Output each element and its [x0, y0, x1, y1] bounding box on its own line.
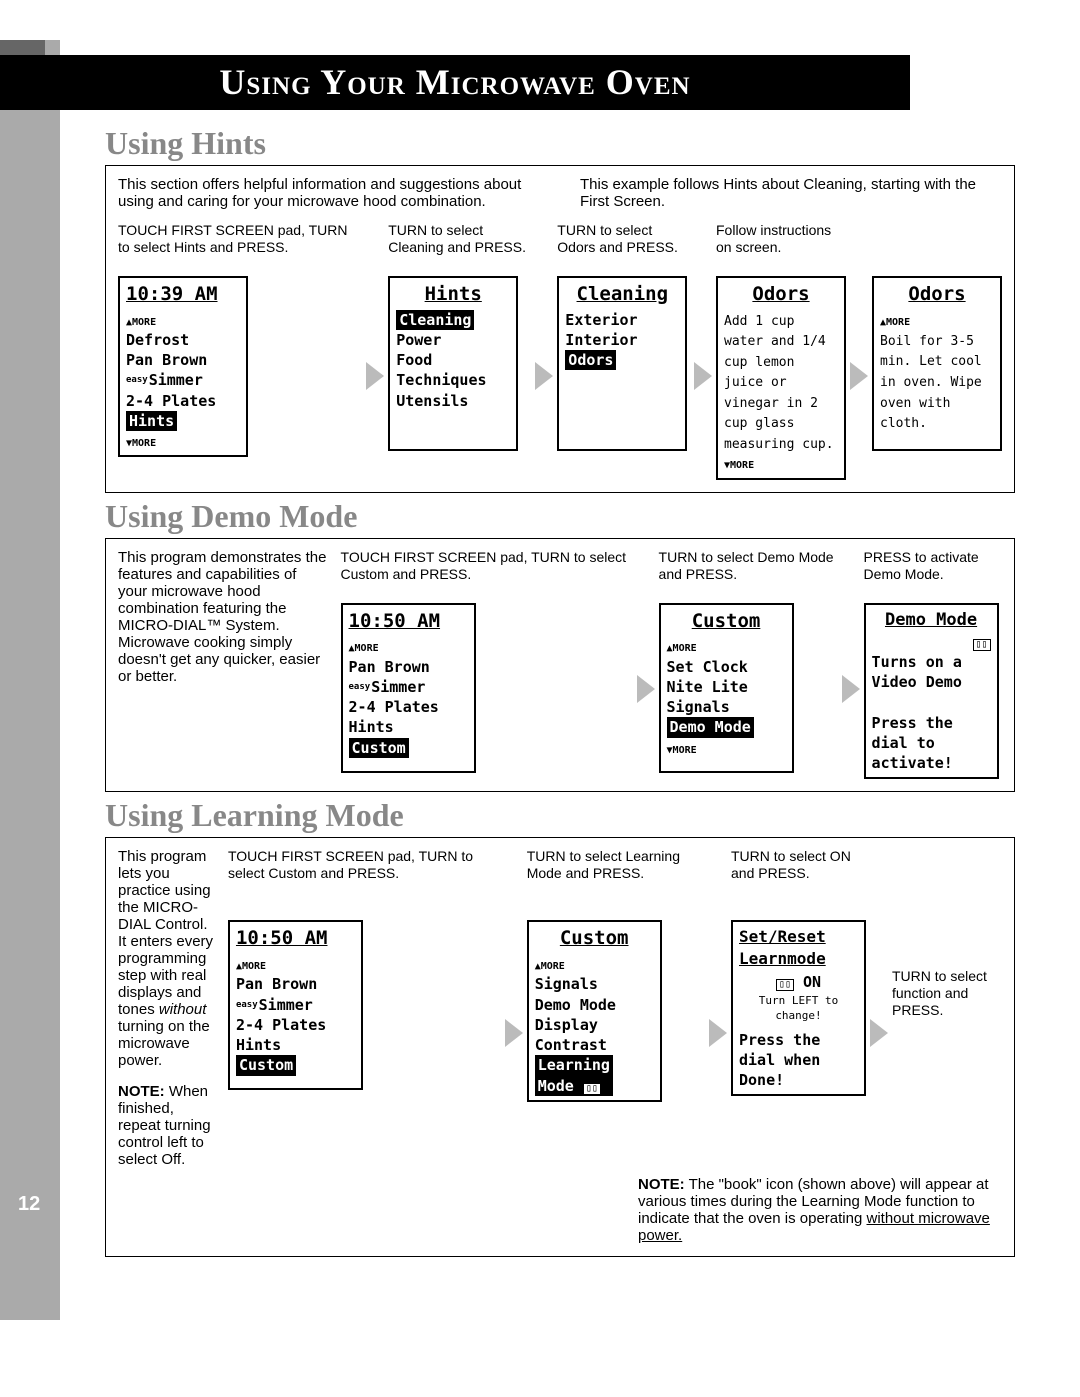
book-icon: ▯▯	[973, 639, 991, 651]
hints-step2-caption: TURN to select Cleaning and PRESS.	[388, 222, 531, 272]
book-icon: ▯▯	[776, 979, 794, 991]
hints-intro-left: This section offers helpful information …	[118, 176, 540, 210]
learning-step3-lcd: Set/Reset Learnmode ▯▯ ON Turn LEFT to c…	[731, 920, 866, 1096]
learning-note: NOTE: When finished, repeat turning cont…	[118, 1083, 218, 1168]
demo-step3-caption: PRESS to activate Demo Mode.	[864, 549, 1002, 599]
section-title-demo: Using Demo Mode	[105, 498, 1015, 535]
hints-intro-right: This example follows Hints about Cleanin…	[580, 176, 1002, 210]
chapter-banner: Using Your Microwave Oven	[0, 55, 910, 110]
learning-step3-caption: TURN to select ON and PRESS.	[731, 848, 866, 916]
learning-step2-caption: TURN to select Learning Mode and PRESS.	[527, 848, 705, 916]
arrow-icon	[842, 675, 860, 703]
demo-step2-caption: TURN to select Demo Mode and PRESS.	[659, 549, 838, 599]
hints-step1-caption: TOUCH FIRST SCREEN pad, TURN to select H…	[118, 222, 362, 272]
hints-step2-lcd: Hints Cleaning Power Food Techniques Ute…	[388, 276, 518, 451]
demo-step3-lcd: Demo Mode ▯▯ Turns on a Video Demo Press…	[864, 603, 999, 780]
arrow-icon	[366, 362, 384, 390]
arrow-icon	[870, 1019, 888, 1047]
demo-step1-caption: TOUCH FIRST SCREEN pad, TURN to select C…	[341, 549, 633, 599]
book-icon: ▯▯	[583, 1083, 601, 1095]
hints-step4-caption: Follow instructions on screen.	[716, 222, 846, 272]
demo-step2-lcd: Custom ▲MORE Set Clock Nite Lite Signals…	[659, 603, 794, 773]
learning-step4-caption: TURN to select function and PRESS.	[892, 968, 1002, 1018]
arrow-icon	[709, 1019, 727, 1047]
arrow-icon	[637, 675, 655, 703]
hints-step5-lcd: Odors ▲MORE Boil for 3-5 min. Let cool i…	[872, 276, 1002, 451]
demo-step1-lcd: 10:50 AM ▲MORE Pan Brown Simmer 2-4 Plat…	[341, 603, 476, 773]
demo-intro: This program demonstrates the features a…	[118, 549, 337, 685]
hints-step4-lcd: Odors Add 1 cup water and 1/4 cup lemon …	[716, 276, 846, 480]
arrow-icon	[850, 362, 868, 390]
learning-step1-lcd: 10:50 AM ▲MORE Pan Brown Simmer 2-4 Plat…	[228, 920, 363, 1090]
hints-step3-caption: TURN to select Odors and PRESS.	[557, 222, 690, 272]
section-title-hints: Using Hints	[105, 125, 1015, 162]
demo-box: This program demonstrates the features a…	[105, 538, 1015, 793]
learning-intro: This program lets you practice using the…	[118, 848, 213, 1069]
arrow-icon	[505, 1019, 523, 1047]
arrow-icon	[535, 362, 553, 390]
learning-bottom-note: NOTE: The "book" icon (shown above) will…	[118, 1176, 1002, 1244]
hints-box: This section offers helpful information …	[105, 165, 1015, 493]
hints-step3-lcd: Cleaning Exterior Interior Odors	[557, 276, 687, 451]
learning-step1-caption: TOUCH FIRST SCREEN pad, TURN to select C…	[228, 848, 501, 916]
learning-box: This program lets you practice using the…	[105, 837, 1015, 1257]
learning-step2-lcd: Custom ▲MORE Signals Demo Mode Display C…	[527, 920, 662, 1101]
left-margin-tab	[0, 40, 60, 1320]
page-number: 12	[18, 1193, 40, 1216]
hints-step1-lcd: 10:39 AM ▲MORE Defrost Pan Brown Simmer …	[118, 276, 248, 457]
arrow-icon	[694, 362, 712, 390]
section-title-learning: Using Learning Mode	[105, 797, 1015, 834]
hints-step5-caption	[872, 222, 1002, 272]
